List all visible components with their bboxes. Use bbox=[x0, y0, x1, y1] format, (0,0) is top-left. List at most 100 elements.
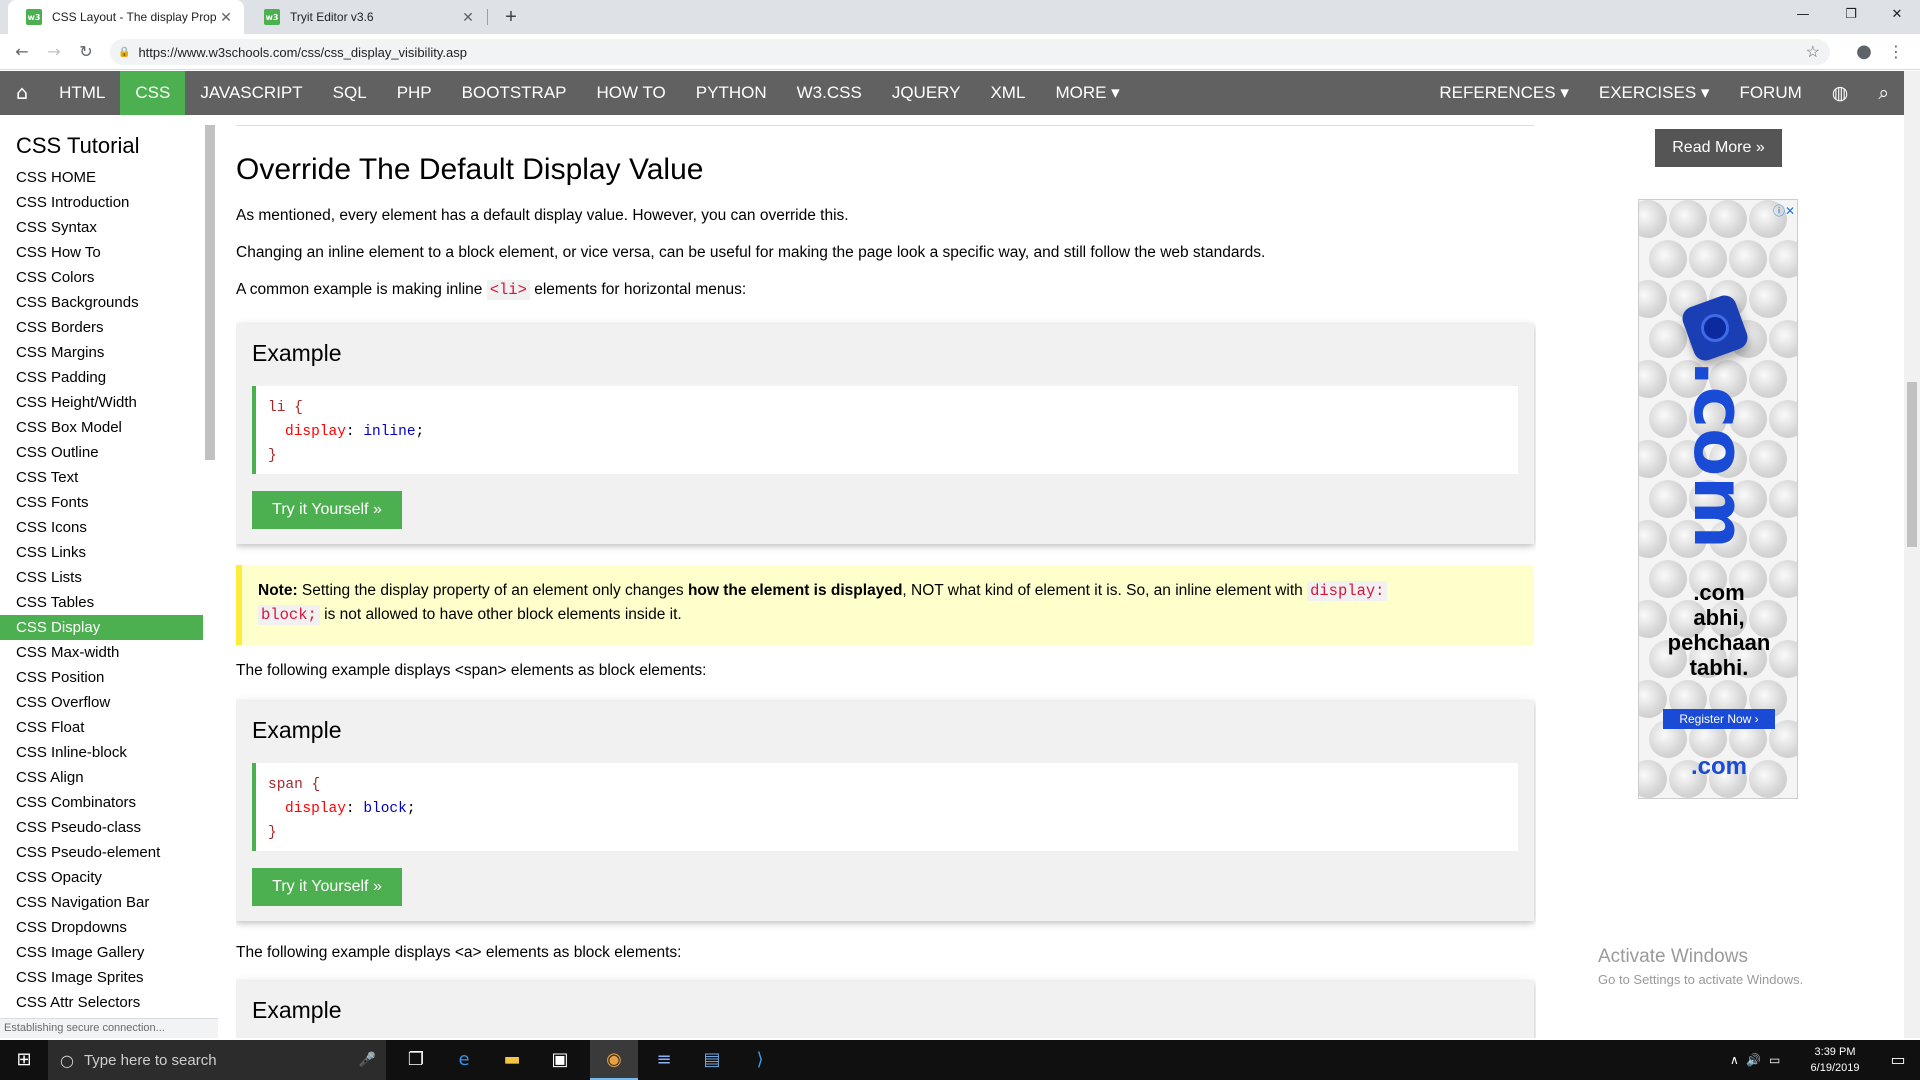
sidebar-item[interactable]: CSS Tables bbox=[0, 590, 203, 615]
nav-javascript[interactable]: JAVASCRIPT bbox=[185, 71, 317, 115]
sidebar-item[interactable]: CSS Attr Selectors bbox=[0, 990, 203, 1015]
main-content: Override The Default Display Value As me… bbox=[236, 115, 1536, 1038]
bookmark-star-icon[interactable]: ☆ bbox=[1806, 42, 1820, 62]
sidebar-item[interactable]: CSS Fonts bbox=[0, 490, 203, 515]
sidebar-item[interactable]: CSS How To bbox=[0, 240, 203, 265]
sidebar-item[interactable]: CSS Align bbox=[0, 765, 203, 790]
sidebar-item[interactable]: CSS Text bbox=[0, 465, 203, 490]
sidebar-item[interactable]: CSS Outline bbox=[0, 440, 203, 465]
taskbar-search-box[interactable]: ○ Type here to search 🎤 bbox=[48, 1040, 386, 1080]
sidebar-item[interactable]: CSS Display bbox=[0, 615, 203, 640]
nav-more-dropdown[interactable]: MORE ▾ bbox=[1040, 71, 1134, 115]
sidebar-item[interactable]: CSS Links bbox=[0, 540, 203, 565]
sidebar-item[interactable]: CSS Box Model bbox=[0, 415, 203, 440]
home-icon[interactable]: ⌂ bbox=[0, 71, 44, 115]
new-tab-button[interactable]: + bbox=[498, 4, 524, 30]
sidebar-item[interactable]: CSS Float bbox=[0, 715, 203, 740]
sidebar-item[interactable]: CSS Opacity bbox=[0, 865, 203, 890]
page-scrollbar-thumb[interactable] bbox=[1907, 382, 1917, 547]
nav-references-dropdown[interactable]: REFERENCES ▾ bbox=[1424, 71, 1583, 115]
nav-w3css[interactable]: W3.CSS bbox=[782, 71, 877, 115]
try-it-yourself-button-1[interactable]: Try it Yourself » bbox=[252, 491, 402, 529]
sidebar-item[interactable]: CSS Dropdowns bbox=[0, 915, 203, 940]
watermark-line-1: Activate Windows bbox=[1598, 946, 1748, 967]
nav-forum[interactable]: FORUM bbox=[1724, 71, 1816, 115]
sidebar-item[interactable]: CSS Overflow bbox=[0, 690, 203, 715]
vscode-icon[interactable]: ⟩ bbox=[736, 1040, 784, 1080]
chrome-icon[interactable]: ◉ bbox=[590, 1040, 638, 1080]
sidebar-item[interactable]: CSS Colors bbox=[0, 265, 203, 290]
sidebar-item[interactable]: CSS HOME bbox=[0, 165, 203, 190]
forward-arrow-icon[interactable]: → bbox=[42, 40, 66, 64]
sidebar-item[interactable]: CSS Image Sprites bbox=[0, 965, 203, 990]
back-arrow-icon[interactable]: ← bbox=[10, 40, 34, 64]
sidebar-item[interactable]: CSS Combinators bbox=[0, 790, 203, 815]
nav-css[interactable]: CSS bbox=[120, 71, 186, 115]
minimize-icon[interactable]: — bbox=[1780, 0, 1826, 30]
ad-pattern-tile bbox=[1649, 240, 1687, 278]
ad-close-icon[interactable]: ⓘ✕ bbox=[1773, 202, 1795, 219]
advertisement-banner[interactable]: ⓘ✕ .com .com abhi, pehchaan tabhi. Regis… bbox=[1638, 199, 1798, 799]
sidebar-item[interactable]: CSS Pseudo-class bbox=[0, 815, 203, 840]
section-heading: Override The Default Display Value bbox=[236, 153, 704, 186]
sidebar-item[interactable]: CSS Introduction bbox=[0, 190, 203, 215]
sidebar-item[interactable]: CSS Pseudo-element bbox=[0, 840, 203, 865]
search-icon[interactable]: ⌕ bbox=[1863, 71, 1904, 115]
sidebar-item[interactable]: CSS Position bbox=[0, 665, 203, 690]
notepad-icon[interactable]: ▤ bbox=[688, 1040, 736, 1080]
store-icon[interactable]: ▣ bbox=[536, 1040, 584, 1080]
sidebar-item[interactable]: CSS Margins bbox=[0, 340, 203, 365]
nav-sql[interactable]: SQL bbox=[318, 71, 382, 115]
microphone-icon[interactable]: 🎤 bbox=[359, 1052, 376, 1068]
nav-xml[interactable]: XML bbox=[975, 71, 1040, 115]
sidebar-item[interactable]: CSS Navigation Bar bbox=[0, 890, 203, 915]
sidebar-item[interactable]: CSS Max-width bbox=[0, 640, 203, 665]
sidebar-item[interactable]: CSS Icons bbox=[0, 515, 203, 540]
close-tab-icon[interactable]: ✕ bbox=[458, 9, 478, 26]
system-tray[interactable]: ∧ 🔊 ▭ bbox=[1730, 1040, 1780, 1080]
menu-kebab-icon[interactable]: ⋮ bbox=[1884, 40, 1908, 64]
reload-icon[interactable]: ↻ bbox=[74, 40, 98, 64]
paragraph-3-text: A common example is making inline bbox=[236, 281, 487, 298]
profile-avatar-icon[interactable]: ● bbox=[1852, 40, 1876, 64]
code-selector: li bbox=[268, 400, 286, 416]
close-tab-icon[interactable]: ✕ bbox=[216, 9, 236, 26]
nav-jquery[interactable]: JQUERY bbox=[877, 71, 976, 115]
app-icon[interactable]: ≡ bbox=[640, 1040, 688, 1080]
nav-html[interactable]: HTML bbox=[44, 71, 120, 115]
ad-pattern-tile bbox=[1769, 240, 1797, 278]
sidebar-item[interactable]: CSS Inline-block bbox=[0, 740, 203, 765]
sidebar-item[interactable]: CSS Image Gallery bbox=[0, 940, 203, 965]
tab-tryit-editor[interactable]: w3 Tryit Editor v3.6 ✕ bbox=[246, 0, 486, 34]
nav-python[interactable]: PYTHON bbox=[681, 71, 782, 115]
sidebar-scrollbar[interactable] bbox=[205, 125, 215, 460]
nav-bootstrap[interactable]: BOOTSTRAP bbox=[447, 71, 582, 115]
action-center-icon[interactable]: ▭ bbox=[1878, 1040, 1918, 1080]
sidebar: CSS Tutorial CSS HOME CSS Introduction CSS… bbox=[0, 115, 218, 1038]
address-bar[interactable]: 🔒 https://www.w3schools.com/css/css_disp… bbox=[110, 39, 1830, 65]
nav-exercises-dropdown[interactable]: EXERCISES ▾ bbox=[1584, 71, 1725, 115]
ad-pattern-tile bbox=[1669, 200, 1707, 238]
sidebar-item[interactable]: CSS Backgrounds bbox=[0, 290, 203, 315]
sidebar-item[interactable]: CSS Padding bbox=[0, 365, 203, 390]
sidebar-item[interactable]: CSS Lists bbox=[0, 565, 203, 590]
ad-register-now-button[interactable]: Register Now › bbox=[1663, 709, 1775, 729]
sidebar-item[interactable]: CSS Height/Width bbox=[0, 390, 203, 415]
ad-pattern-tile bbox=[1639, 520, 1667, 558]
edge-browser-icon[interactable]: e bbox=[440, 1040, 488, 1080]
restore-icon[interactable]: ❐ bbox=[1828, 0, 1874, 30]
task-view-icon[interactable]: ❐ bbox=[392, 1040, 440, 1080]
page-scrollbar-track[interactable] bbox=[1904, 71, 1920, 1038]
window-close-icon[interactable]: ✕ bbox=[1874, 0, 1920, 30]
windows-start-icon[interactable]: ⊞ bbox=[0, 1040, 48, 1080]
read-more-button[interactable]: Read More » bbox=[1655, 129, 1782, 167]
sidebar-item[interactable]: CSS Borders bbox=[0, 315, 203, 340]
globe-icon[interactable]: ◍ bbox=[1817, 71, 1864, 115]
tab-css-layout[interactable]: w3 CSS Layout - The display Propert ✕ bbox=[8, 0, 244, 34]
try-it-yourself-button-2[interactable]: Try it Yourself » bbox=[252, 868, 402, 906]
nav-php[interactable]: PHP bbox=[382, 71, 447, 115]
nav-how-to[interactable]: HOW TO bbox=[582, 71, 681, 115]
file-explorer-icon[interactable]: ▬ bbox=[488, 1040, 536, 1080]
taskbar-clock[interactable]: 3:39 PM 6/19/2019 bbox=[1800, 1044, 1870, 1076]
sidebar-item[interactable]: CSS Syntax bbox=[0, 215, 203, 240]
